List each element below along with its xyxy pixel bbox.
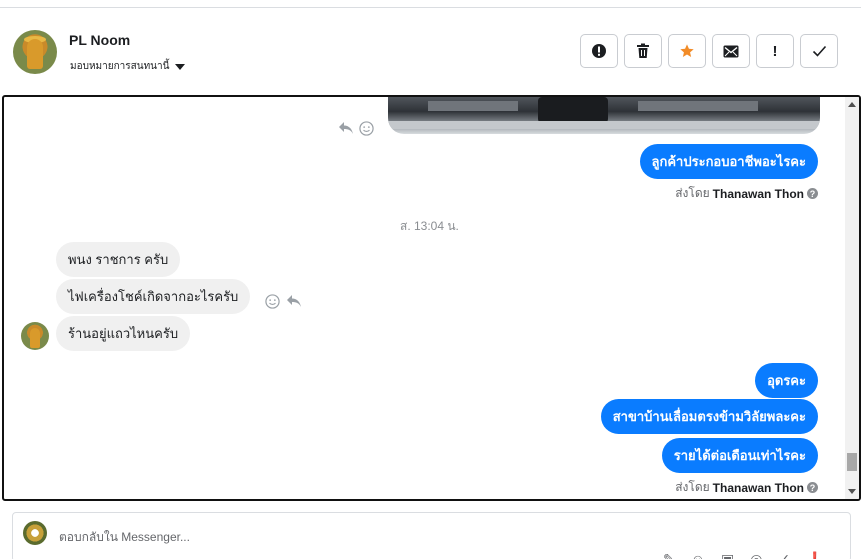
- sent-by-label: ส่งโดย Thanawan Thon ?: [675, 184, 818, 203]
- scrollbar-thumb[interactable]: [847, 453, 857, 471]
- exclamation-icon: !: [772, 42, 778, 60]
- gif-icon[interactable]: ◎: [750, 551, 762, 559]
- star-icon: [680, 44, 694, 57]
- exclamation-circle-icon: [592, 44, 606, 58]
- caret-down-icon: [175, 63, 186, 70]
- reply-icon[interactable]: [286, 294, 302, 311]
- message-thread[interactable]: ลูกค้าประกอบอาชีพอะไรคะ ส่งโดย Thanawan …: [2, 95, 861, 501]
- trash-icon: [637, 43, 649, 58]
- message-bubble-outgoing[interactable]: รายได้ต่อเดือนเท่าไรคะ: [661, 438, 818, 473]
- envelope-icon: [723, 45, 739, 57]
- star-button[interactable]: [668, 34, 706, 68]
- contact-name[interactable]: PL Noom: [69, 32, 130, 48]
- reply-composer[interactable]: ตอบกลับใน Messenger... ✎ ☺ ▣ ◎ ✓ ❗: [12, 512, 851, 559]
- scroll-up-arrow-icon[interactable]: [848, 102, 856, 107]
- sent-by-label: ส่งโดย Thanawan Thon ?: [675, 478, 818, 497]
- reply-icon[interactable]: [338, 121, 354, 138]
- image-icon[interactable]: ▣: [721, 551, 734, 559]
- mark-unread-button[interactable]: [712, 34, 750, 68]
- reply-input[interactable]: ตอบกลับใน Messenger...: [59, 528, 190, 547]
- agent-name[interactable]: Thanawan Thon: [713, 481, 804, 495]
- react-smiley-icon[interactable]: [265, 294, 280, 312]
- more-icon[interactable]: ❗: [806, 551, 823, 559]
- mark-spam-button[interactable]: [580, 34, 618, 68]
- checkmark-icon: [812, 45, 826, 57]
- sent-by-prefix: ส่งโดย: [675, 186, 710, 200]
- emoji-icon[interactable]: ☺: [691, 551, 705, 559]
- mark-done-button[interactable]: [800, 34, 838, 68]
- react-smiley-icon[interactable]: [359, 121, 374, 139]
- sent-by-prefix: ส่งโดย: [675, 480, 710, 494]
- message-bubble-incoming[interactable]: ร้านอยู่แถวไหนครับ: [56, 316, 191, 351]
- shared-photo[interactable]: [388, 97, 820, 134]
- scroll-down-arrow-icon[interactable]: [848, 489, 856, 494]
- scrollbar[interactable]: [845, 97, 859, 499]
- attachment-icon[interactable]: ✎: [663, 551, 675, 559]
- page-avatar: [23, 521, 47, 545]
- message-bubble-incoming[interactable]: พนง ราชการ ครับ: [56, 242, 181, 277]
- contact-avatar-small[interactable]: [21, 322, 49, 350]
- help-icon[interactable]: ?: [807, 482, 818, 493]
- message-bubble-outgoing[interactable]: อุดรคะ: [755, 363, 818, 398]
- agent-name[interactable]: Thanawan Thon: [713, 187, 804, 201]
- message-bubble-outgoing[interactable]: ลูกค้าประกอบอาชีพอะไรคะ: [639, 144, 818, 179]
- mark-important-button[interactable]: !: [756, 34, 794, 68]
- delete-button[interactable]: [624, 34, 662, 68]
- help-icon[interactable]: ?: [807, 188, 818, 199]
- conversation-header: PL Noom มอบหมายการสนทนานี้ !: [0, 8, 861, 96]
- message-timestamp: ส. 13:04 น.: [400, 219, 459, 233]
- conversation-toolbar: !: [580, 34, 838, 68]
- assign-conversation-dropdown[interactable]: มอบหมายการสนทนานี้: [70, 59, 186, 74]
- contact-avatar[interactable]: [13, 30, 57, 74]
- composer-tools: ✎ ☺ ▣ ◎ ✓ ❗: [663, 551, 824, 559]
- message-bubble-outgoing[interactable]: สาขาบ้านเลื่อมตรงข้ามวิลัยพละคะ: [600, 399, 818, 434]
- tag-icon[interactable]: ✓: [778, 551, 790, 559]
- assign-label: มอบหมายการสนทนานี้: [70, 61, 170, 72]
- message-bubble-incoming[interactable]: ไฟเครื่องโชค์เกิดจากอะไรครับ: [56, 279, 251, 314]
